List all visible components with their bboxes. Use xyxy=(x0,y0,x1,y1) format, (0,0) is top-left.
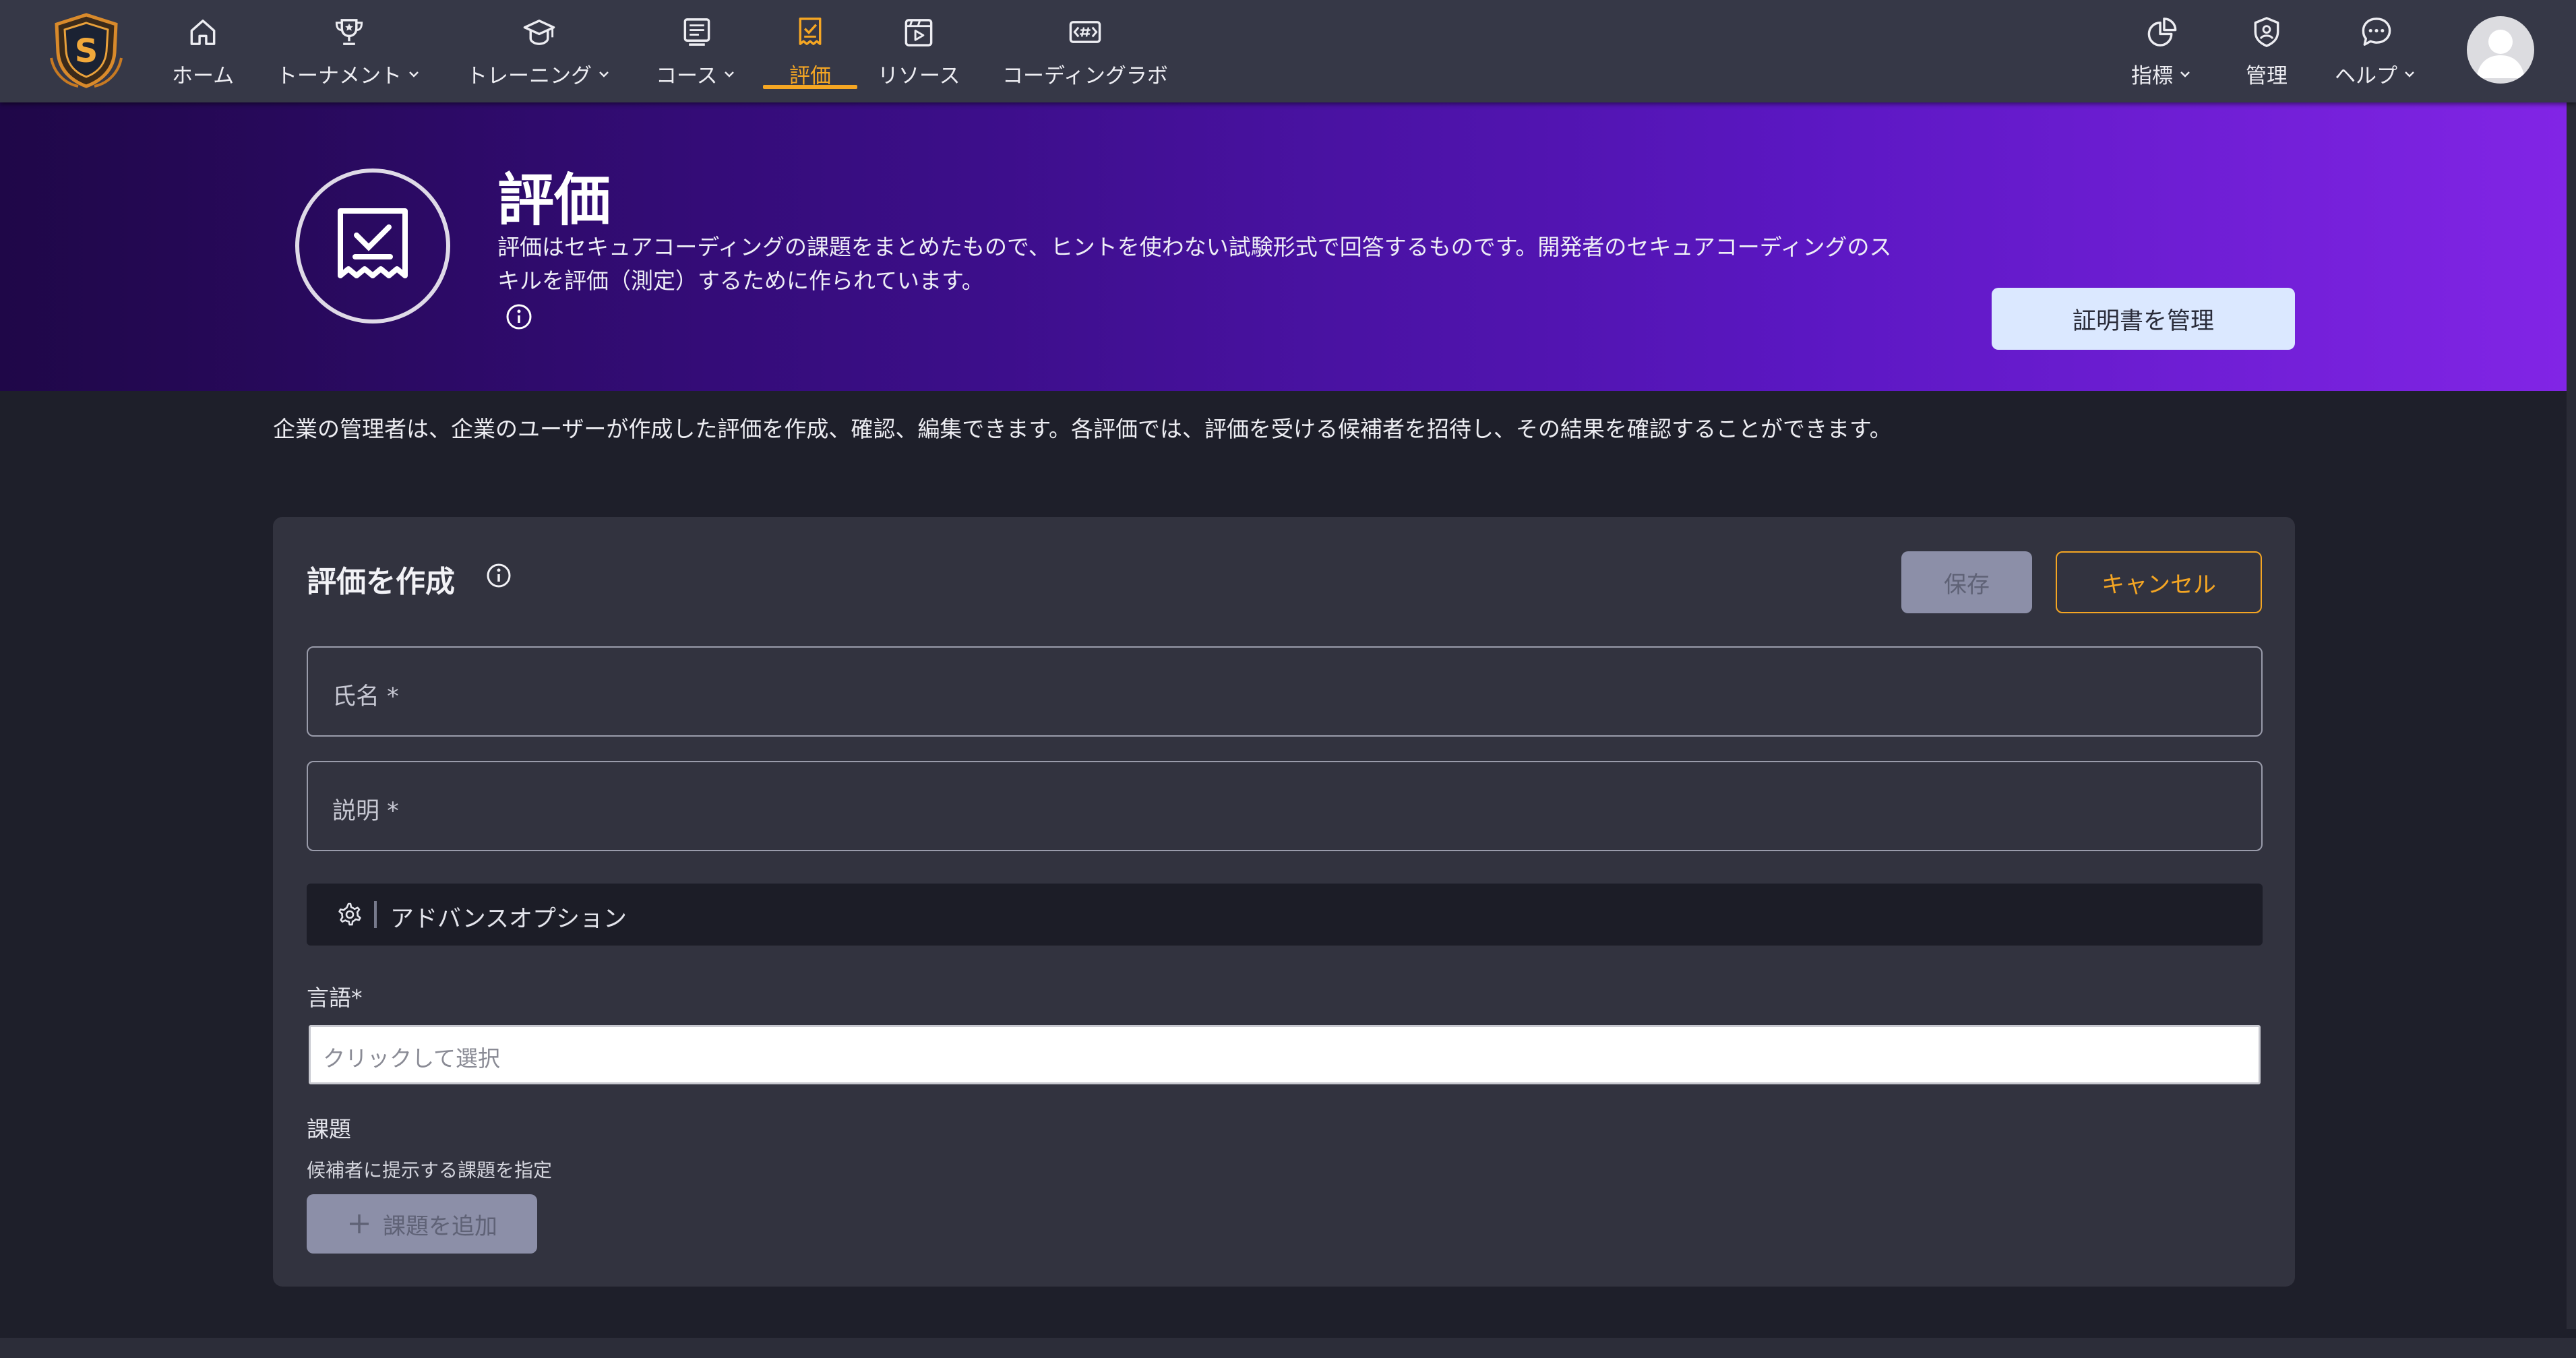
card-title: 評価を作成 xyxy=(307,565,455,599)
language-select-placeholder: クリックして選択 xyxy=(323,1045,501,1072)
page-scrollbar[interactable] xyxy=(2567,102,2576,1329)
graduation-cap-icon xyxy=(523,20,555,45)
chevron-down-icon xyxy=(2180,71,2190,78)
nav-metrics-label: 指標 xyxy=(2131,64,2173,88)
language-select[interactable]: クリックして選択 xyxy=(309,1025,2261,1084)
chevron-down-icon xyxy=(2405,71,2414,78)
hero-description: 評価はセキュアコーディングの課題をまとめたもので、ヒントを使わない試験形式で回答… xyxy=(497,234,1892,294)
name-field-placeholder: 氏名 * xyxy=(332,683,399,710)
language-label: 言語* xyxy=(307,985,363,1011)
create-assessment-card: 評価を作成 保存 キャンセル 氏名 * 説明 * アドバンスオプション 言語* … xyxy=(273,517,2295,1287)
nav-tournament-label: トーナメント xyxy=(276,64,402,88)
nav-help-label: ヘルプ xyxy=(2335,64,2397,88)
hero-banner: 評価 評価はセキュアコーディングの課題をまとめたもので、ヒントを使わない試験形式… xyxy=(0,102,2576,391)
save-button[interactable]: 保存 xyxy=(1901,551,2032,613)
assessment-badge-icon xyxy=(295,168,450,323)
nav-home[interactable]: ホーム xyxy=(172,15,234,89)
advanced-options-label: アドバンスオプション xyxy=(390,906,627,933)
nav-course-label: コース xyxy=(656,64,718,88)
info-icon[interactable] xyxy=(504,302,534,332)
add-topic-label: 課題を追加 xyxy=(383,1212,497,1240)
user-avatar[interactable] xyxy=(2467,16,2534,84)
help-chat-icon xyxy=(2362,18,2391,46)
svg-text:S: S xyxy=(75,32,98,70)
page-title: 評価 xyxy=(497,167,611,233)
chevron-down-icon xyxy=(409,71,419,78)
nav-admin[interactable]: 管理 xyxy=(2246,15,2288,89)
user-silhouette-icon xyxy=(2476,30,2525,78)
resource-video-icon xyxy=(904,19,933,47)
nav-admin-label: 管理 xyxy=(2246,64,2288,88)
nav-home-label: ホーム xyxy=(172,64,235,88)
admin-shield-icon xyxy=(2254,17,2279,47)
trophy-icon xyxy=(335,19,363,45)
manage-certificates-button[interactable]: 証明書を管理 xyxy=(1992,288,2295,350)
nav-training-label: トレーニング xyxy=(466,64,592,88)
nav-help[interactable]: ヘルプ xyxy=(2335,15,2418,89)
chevron-down-icon xyxy=(725,71,735,78)
divider xyxy=(374,901,377,928)
nav-course[interactable]: コース xyxy=(656,15,737,89)
nav-resources-label: リソース xyxy=(878,64,960,88)
nav-coding-lab[interactable]: コーディングラボ xyxy=(1002,15,1168,89)
nav-metrics[interactable]: 指標 xyxy=(2131,15,2193,89)
metrics-pie-icon xyxy=(2147,18,2177,47)
nav-resources[interactable]: リソース xyxy=(878,15,960,89)
course-list-icon xyxy=(683,18,710,46)
topics-label: 課題 xyxy=(307,1116,351,1142)
nav-assessment[interactable]: 評価 xyxy=(763,15,857,89)
advanced-options-toggle[interactable]: アドバンスオプション xyxy=(307,884,2263,946)
logo-shield-icon[interactable]: S xyxy=(44,11,128,89)
topics-hint: 候補者に提示する課題を指定 xyxy=(307,1159,553,1181)
description-field-placeholder: 説明 * xyxy=(332,798,399,825)
nav-coding-lab-label: コーディングラボ xyxy=(1002,64,1168,88)
chevron-down-icon xyxy=(599,71,609,78)
top-navigation-bar: S ホーム トーナメント トレーニング コース 評価 リソース コーディングラボ… xyxy=(0,0,2576,102)
cancel-button[interactable]: キャンセル xyxy=(2056,551,2262,613)
info-icon[interactable] xyxy=(485,561,513,590)
nav-tournament[interactable]: トーナメント xyxy=(276,15,422,89)
nav-assessment-label: 評価 xyxy=(789,64,831,88)
add-topic-button[interactable]: 課題を追加 xyxy=(307,1194,537,1254)
footer-strip xyxy=(0,1338,2576,1358)
plus-icon xyxy=(350,1214,369,1233)
assessment-icon xyxy=(799,18,822,45)
nav-training[interactable]: トレーニング xyxy=(466,15,612,89)
name-field[interactable]: 氏名 * xyxy=(307,646,2263,737)
gear-icon xyxy=(338,902,361,926)
code-lab-icon xyxy=(1069,21,1101,43)
description-field[interactable]: 説明 * xyxy=(307,761,2263,851)
intro-text: 企業の管理者は、企業のユーザーが作成した評価を作成、確認、編集できます。各評価で… xyxy=(273,416,1892,442)
home-icon xyxy=(190,20,216,45)
